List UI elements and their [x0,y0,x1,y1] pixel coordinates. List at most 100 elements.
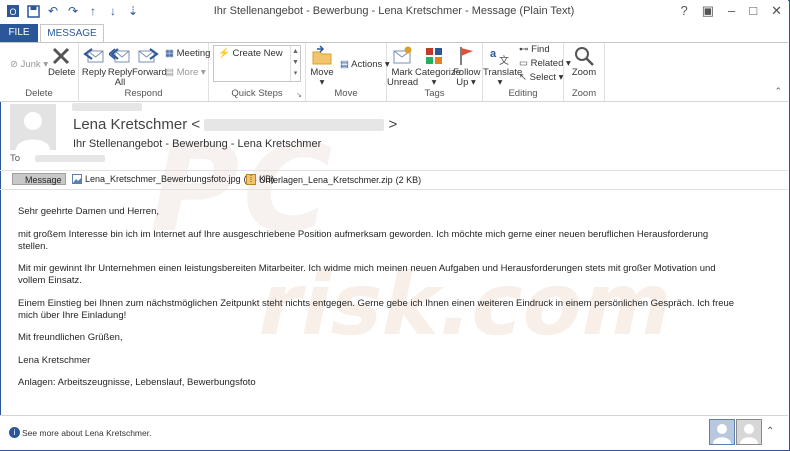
actions-button[interactable]: ▤ Actions ▾ [340,59,390,70]
minimize-button[interactable]: – [728,3,735,19]
signature: Lena Kretschmer [18,354,91,366]
forward-button[interactable]: Forward [132,45,167,78]
move-button[interactable]: Move ▾ [308,45,336,88]
reply-icon [83,48,104,63]
magnifier-icon [575,47,594,66]
more-button[interactable]: ▤ More ▾ [165,67,206,78]
collapse-ribbon-icon[interactable]: ⌃ [774,86,782,97]
attachment-item[interactable]: Unterlagen_Lena_Kretschmer.zip (2 KB) [246,174,421,185]
move-folder-icon [312,45,332,65]
window-controls: ? ▣ – □ ✕ [680,3,782,19]
contact-photo-recipient[interactable] [736,419,762,445]
meeting-button[interactable]: ▦ Meeting [165,48,210,59]
message-tab-button[interactable]: Message [12,173,66,185]
quick-steps-group-label: Quick Steps [231,88,283,99]
junk-icon: ⊘ [10,59,18,70]
reply-button[interactable]: Reply [81,45,107,78]
info-icon: i [9,427,20,438]
translate-button[interactable]: a文 Translate ▾ [483,45,522,88]
person-icon [740,424,758,444]
select-button[interactable]: ↖ Select ▾ [519,72,563,83]
junk-button[interactable]: ⊘ Junk ▾ [10,59,48,70]
sender-name[interactable]: Lena Kretschmer [73,116,187,133]
contact-photo-sender[interactable] [709,419,735,445]
close-button[interactable]: ✕ [771,3,782,19]
greeting: Sehr geehrte Damen und Herren, [18,206,159,217]
translate-label: Translate [483,67,523,78]
editing-group-label: Editing [508,88,538,99]
find-label: Find [531,44,550,55]
find-button[interactable]: ⊷ Find [519,44,550,55]
sender-email-redacted [204,119,385,132]
create-new-quick-step[interactable]: ⚡ Create New [218,48,283,59]
move-group: Move ▾ ▤ Actions ▾ Move [306,43,390,101]
tags-group-label: Tags [424,88,445,99]
sender-line[interactable]: Lena Kretschmer < > [73,116,397,133]
recipient-redacted [34,154,105,162]
attachment-size: (2 KB) [395,174,422,185]
binoculars-icon: ⊷ [519,44,529,55]
to-label: To [10,153,21,164]
delete-group-label: Delete [25,88,53,99]
to-line: To [10,153,105,164]
follow-up-label-2: Up [456,77,469,88]
expand-people-pane-icon[interactable]: ⌃ [766,426,774,437]
body-paragraph: Einem Einstieg bei Ihnen zum nächstmögli… [18,297,735,321]
related-icon: ▭ [519,58,528,69]
people-pane: i See more about Lena Kretschmer. ⌃ [0,415,788,450]
people-pane-text[interactable]: See more about Lena Kretschmer. [22,428,151,438]
reply-all-label-2: All [114,77,126,88]
zoom-button[interactable]: Zoom [570,45,598,78]
flag-icon [460,47,473,65]
mark-unread-label-2: Unread [387,77,419,88]
attachment-bar: Message Lena_Kretschmer_Bewerbungsfoto.j… [0,170,788,190]
closing: Mit freundlichen Grüßen, [18,332,123,343]
zip-file-icon [246,174,256,185]
help-button[interactable]: ? [680,3,687,19]
related-label: Related [530,58,564,69]
ribbon-display-button[interactable]: ▣ [702,3,714,19]
delete-group: ⊘ Junk ▾ Delete Delete [0,43,79,101]
forward-label: Forward [132,67,167,78]
person-icon [713,424,731,444]
quick-steps-group: ⚡ Create New ▲ ▼ ▾ Quick Steps ↘ [209,43,306,101]
svg-text:a: a [490,48,497,60]
mark-unread-icon [393,46,412,64]
tab-file[interactable]: FILE [0,24,38,42]
avatar[interactable] [10,104,56,150]
create-new-label: Create New [232,48,283,59]
reply-all-button[interactable]: Reply All [107,45,133,88]
message-tab-label: Message [25,175,62,185]
delete-button[interactable]: Delete [48,45,76,78]
select-cursor-icon: ↖ [519,72,527,83]
categorize-button[interactable]: Categorize ▾ [415,45,461,88]
ribbon: ⊘ Junk ▾ Delete Delete Reply Reply All F… [0,42,788,102]
tags-group: Mark Unread Categorize ▾ Follow Up ▾ Tags [387,43,483,101]
actions-icon: ▤ [340,59,349,70]
editing-group: a文 Translate ▾ ⊷ Find ▭ Related ▾ ↖ Selec… [483,43,571,101]
respond-group-label: Respond [124,88,163,99]
quick-steps-scroll[interactable]: ▲ ▼ ▾ [290,46,300,81]
tab-message[interactable]: MESSAGE [40,24,104,42]
maximize-button[interactable]: □ [749,3,757,19]
body-paragraph: Mit mir gewinnt Ihr Unternehmen einen le… [18,263,716,286]
title-bar: O ↶ ↷ ↑ ↓ ⇣ Ihr Stellenangebot - Bewerbu… [0,0,788,24]
meeting-label: Meeting [176,48,211,59]
reply-label: Reply [81,67,107,78]
move-group-label: Move [334,88,358,99]
delete-label: Delete [48,67,76,78]
zoom-label: Zoom [571,67,597,78]
follow-up-button[interactable]: Follow Up ▾ [453,45,480,88]
quick-steps-gallery[interactable]: ⚡ Create New ▲ ▼ ▾ [213,45,301,82]
person-placeholder-icon [16,112,50,150]
respond-group: Reply Reply All Forward ▦ Meeting ▤ More… [79,43,210,101]
categorize-icon [426,48,442,64]
image-file-icon [72,174,82,184]
select-label: Select [529,72,557,83]
more-icon: ▤ [165,67,174,78]
svg-text:文: 文 [499,54,509,67]
attachment-item[interactable]: Lena_Kretschmer_Bewerbungsfoto.jpg (13 K… [72,174,274,184]
quick-steps-launcher-icon[interactable]: ↘ [296,91,302,99]
mark-unread-button[interactable]: Mark Unread [387,45,419,88]
zoom-group: Zoom Zoom [564,43,605,101]
